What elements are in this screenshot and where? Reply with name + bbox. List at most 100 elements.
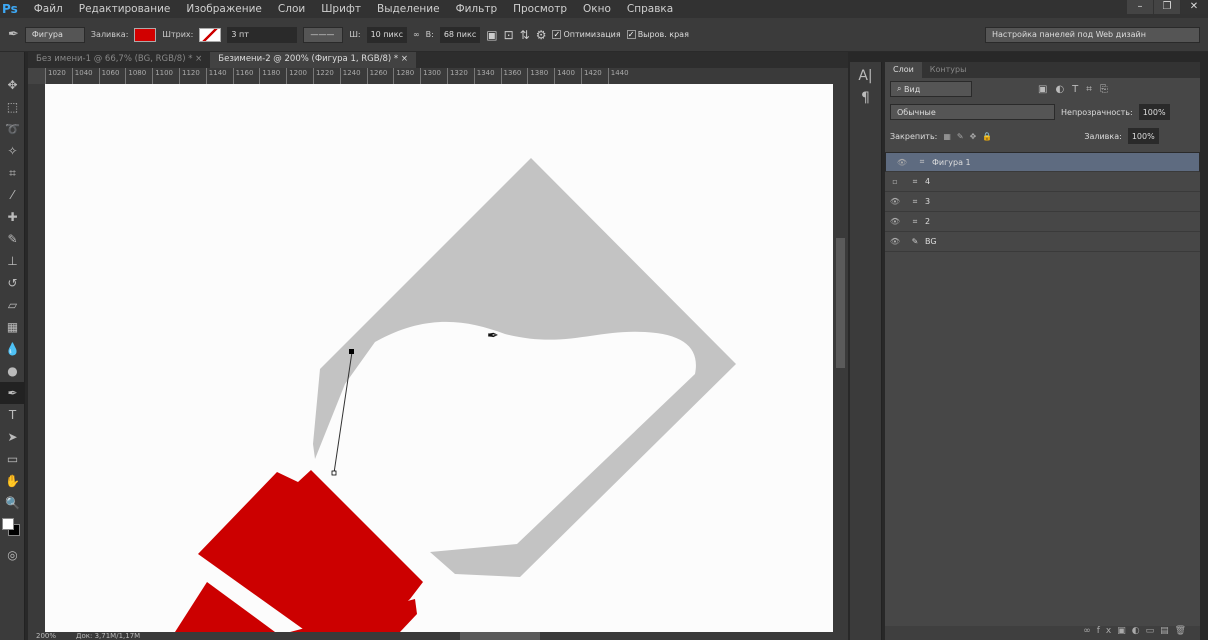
fill-label: Заливка: [90, 30, 129, 39]
layer-row[interactable]: 👁 ✎ BG [885, 232, 1200, 252]
fill-swatch[interactable] [134, 27, 157, 42]
menu-layers[interactable]: Слои [270, 3, 313, 15]
zoom-level[interactable]: 200% [36, 632, 56, 640]
layer-name: BG [925, 237, 937, 246]
document-canvas[interactable]: ✒ [45, 84, 833, 632]
tab-layers[interactable]: Слои [885, 62, 922, 78]
eye-icon[interactable]: 👁 [885, 237, 905, 246]
ruler-tick-label: 1080 [125, 68, 152, 84]
tool-mode-select[interactable]: Фигура [24, 26, 85, 43]
menu-window[interactable]: Окно [575, 3, 619, 15]
close-tab-icon[interactable]: × [195, 54, 202, 64]
menu-bar: Ps Файл Редактирование Изображение Слои … [0, 0, 1208, 18]
menu-edit[interactable]: Редактирование [71, 3, 179, 15]
path-operations-icon[interactable]: ▣ [486, 28, 497, 42]
menu-select[interactable]: Выделение [369, 3, 448, 15]
zoom-tool-icon[interactable]: 🔍 [0, 492, 25, 514]
menu-view[interactable]: Просмотр [505, 3, 575, 15]
ruler-tick-label: 1260 [366, 68, 394, 84]
height-input[interactable]: 68 пикс [439, 26, 481, 43]
shape-layer-icon: ⌗ [912, 176, 918, 186]
workspace-select[interactable]: Настройка панелей под Web дизайн [985, 26, 1200, 43]
type-tool-icon[interactable]: T [0, 404, 25, 426]
ruler-tick-label: 1280 [393, 68, 420, 84]
shape-tool-icon[interactable]: ▭ [0, 448, 25, 470]
layer-row[interactable]: ▫ ⌗ 4 [885, 172, 1200, 192]
stroke-width-input[interactable]: 3 пт [227, 26, 298, 43]
filter-icons[interactable]: ▣◐T⌗⎘ [1038, 84, 1116, 95]
stroke-swatch[interactable] [199, 27, 222, 42]
crop-tool-icon[interactable]: ⌗ [0, 162, 25, 184]
close-button[interactable]: ✕ [1181, 0, 1207, 14]
shape-layer-icon: ⌗ [912, 196, 918, 206]
eye-icon[interactable]: 👁 [885, 217, 905, 226]
optimize-checkbox[interactable]: ✓ Оптимизация [552, 30, 621, 39]
marquee-tool-icon[interactable]: ⬚ [0, 96, 25, 118]
history-brush-tool-icon[interactable]: ↺ [0, 272, 25, 294]
move-tool-icon[interactable]: ✥ [0, 74, 25, 96]
horizontal-scrollbar[interactable] [460, 632, 541, 640]
tab-paths[interactable]: Контуры [922, 62, 975, 78]
document-size[interactable]: Док: 3,71M/1,17M [76, 632, 140, 640]
menu-file[interactable]: Файл [26, 3, 71, 15]
hand-tool-icon[interactable]: ✋ [0, 470, 25, 492]
path-selection-tool-icon[interactable]: ➤ [0, 426, 25, 448]
dodge-tool-icon[interactable]: ● [0, 360, 25, 382]
align-edges-checkbox[interactable]: ✓ Выров. края [626, 30, 689, 39]
layer-filter-select[interactable]: ⌕ Вид [890, 81, 972, 97]
magic-wand-tool-icon[interactable]: ✧ [0, 140, 25, 162]
healing-tool-icon[interactable]: ✚ [0, 206, 25, 228]
eye-icon[interactable]: 👁 [892, 158, 912, 167]
align-edges-label: Выров. края [637, 30, 689, 39]
eraser-tool-icon[interactable]: ▱ [0, 294, 25, 316]
tab-document-1[interactable]: Без имени-1 @ 66,7% (BG, RGB/8) * × [28, 52, 210, 68]
shape-layer-icon: ⌗ [912, 216, 918, 226]
ruler-tick-label: 1400 [554, 68, 581, 84]
link-icon[interactable]: ∞ [413, 30, 420, 39]
lock-icons[interactable]: ▦✎✥🔒 [943, 132, 998, 141]
width-input[interactable]: 10 пикс [366, 26, 407, 43]
eyedropper-tool-icon[interactable]: ⁄ [0, 184, 25, 206]
ruler-tick-label: 1300 [420, 68, 447, 84]
layer-row[interactable]: 👁 ⌗ 2 [885, 212, 1200, 232]
layer-name: 2 [925, 217, 931, 226]
blend-mode-select[interactable]: Обычные [890, 104, 1055, 120]
restore-button[interactable]: ❐ [1154, 0, 1180, 14]
pen-cursor-icon: ✒ [487, 328, 499, 344]
menu-filter[interactable]: Фильтр [448, 3, 506, 15]
lasso-tool-icon[interactable]: ➰ [0, 118, 25, 140]
pen-tool-icon[interactable]: ✒ [0, 382, 25, 404]
layer-row[interactable]: 👁 ⌗ Фигура 1 [885, 152, 1200, 172]
layer-name: Фигура 1 [932, 157, 971, 167]
paragraph-panel-icon[interactable]: ¶ [850, 84, 881, 106]
brush-tool-icon[interactable]: ✎ [0, 228, 25, 250]
gear-icon[interactable]: ⚙ [536, 28, 547, 42]
gradient-tool-icon[interactable]: ▦ [0, 316, 25, 338]
stroke-type-select[interactable]: ——— [303, 26, 344, 43]
menu-image[interactable]: Изображение [178, 3, 270, 15]
tab-document-2[interactable]: Безимени-2 @ 200% (Фигура 1, RGB/8) * × [210, 52, 416, 68]
character-panel-icon[interactable]: A| [850, 62, 881, 84]
ruler-tick-label: 1060 [98, 68, 126, 84]
menu-type[interactable]: Шрифт [313, 3, 369, 15]
panel-dock: A| ¶ [850, 62, 882, 640]
stamp-tool-icon[interactable]: ⊥ [0, 250, 25, 272]
path-alignment-icon[interactable]: ⊡ [504, 28, 514, 42]
eye-icon[interactable]: 👁 [885, 197, 905, 206]
layer-row[interactable]: 👁 ⌗ 3 [885, 192, 1200, 212]
tools-panel: ✥ ⬚ ➰ ✧ ⌗ ⁄ ✚ ✎ ⊥ ↺ ▱ ▦ 💧 ● ✒ T ➤ ▭ ✋ 🔍 … [0, 52, 25, 640]
menu-help[interactable]: Справка [619, 3, 681, 15]
quick-mask-icon[interactable]: ◎ [0, 544, 25, 566]
fill-input[interactable]: 100% [1127, 128, 1159, 144]
close-tab-icon[interactable]: × [401, 54, 408, 64]
pen-tool-icon[interactable]: ✒ [8, 27, 19, 42]
anchor-point [349, 349, 354, 354]
vertical-scrollbar[interactable] [833, 68, 848, 632]
visibility-toggle-empty[interactable]: ▫ [885, 177, 905, 186]
color-swatches[interactable] [0, 514, 24, 544]
opacity-input[interactable]: 100% [1138, 104, 1170, 120]
minimize-button[interactable]: – [1127, 0, 1153, 14]
blur-tool-icon[interactable]: 💧 [0, 338, 25, 360]
layers-panel-footer-icons[interactable]: ∞fx▣◐▭▤🗑 [885, 626, 1200, 640]
path-arrangement-icon[interactable]: ⇅ [520, 28, 530, 42]
